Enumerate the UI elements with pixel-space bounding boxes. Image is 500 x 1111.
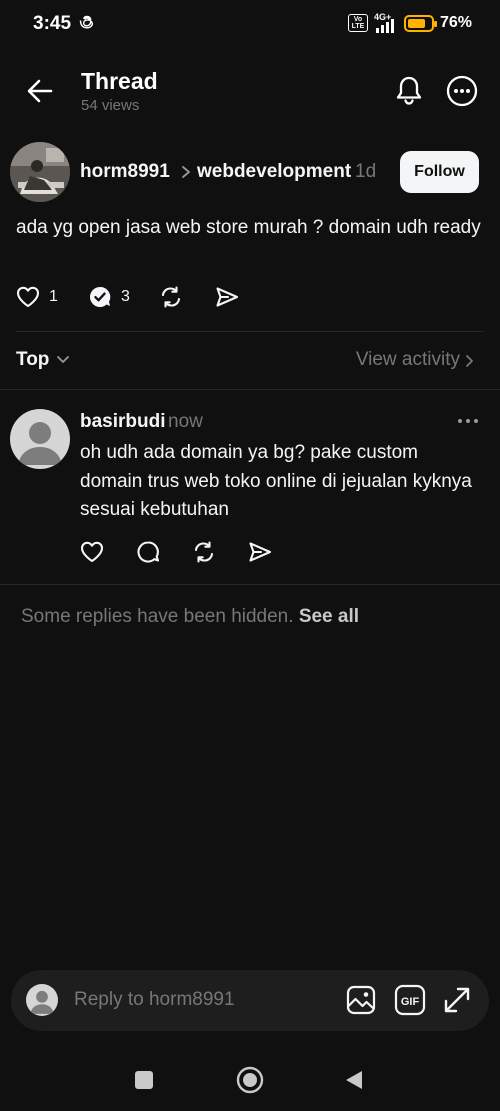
signal-icon: 4G+	[374, 13, 398, 33]
page-title: Thread	[81, 68, 158, 94]
like-count: 1	[49, 288, 58, 305]
like-action[interactable]	[79, 539, 105, 565]
home-circle-icon	[236, 1066, 264, 1094]
divider	[0, 389, 500, 390]
battery-icon	[403, 14, 437, 32]
comment-action[interactable]	[135, 539, 161, 565]
reply-username[interactable]: basirbudi	[80, 411, 166, 433]
back-triangle-icon	[346, 1071, 362, 1089]
post-actions: 1 3	[0, 284, 500, 316]
avatar[interactable]	[10, 142, 70, 202]
reply-item: basirbudi now oh udh ada domain ya bg? p…	[0, 400, 500, 580]
volte-label: Vo LTE	[351, 16, 365, 30]
see-all-link[interactable]: See all	[299, 606, 359, 627]
system-nav-bar	[0, 1050, 500, 1111]
chevron-down-icon[interactable]	[56, 354, 70, 366]
heart-icon	[80, 541, 104, 563]
reply-action[interactable]: 3	[87, 284, 130, 310]
battery-fill	[407, 18, 425, 28]
like-action[interactable]: 1	[15, 284, 58, 310]
threads-notification-icon	[79, 15, 93, 29]
view-count: 54 views	[81, 97, 140, 114]
reply-actions	[0, 539, 500, 571]
more-options-icon[interactable]	[446, 75, 478, 107]
volte-icon: Vo LTE	[347, 14, 368, 32]
status-right-group: Vo LTE 4G+ 76%	[347, 13, 472, 33]
image-icon[interactable]	[345, 984, 377, 1016]
post-time: 1d	[355, 161, 377, 182]
reply-composer: GIF	[11, 970, 489, 1031]
back-arrow-icon[interactable]	[26, 77, 54, 105]
chevron-right-icon[interactable]	[465, 353, 475, 369]
sort-bar: Top View activity	[0, 342, 500, 378]
reply-body: oh udh ada domain ya bg? pake custom dom…	[80, 442, 472, 520]
follow-button[interactable]: Follow	[400, 151, 479, 193]
gif-label: GIF	[401, 996, 420, 1008]
bell-icon[interactable]	[394, 75, 424, 107]
view-activity-link[interactable]: View activity	[356, 349, 460, 371]
thread-header: Thread 54 views	[0, 60, 500, 122]
hidden-replies-text: Some replies have been hidden.	[21, 606, 294, 627]
reply-badge-icon	[89, 286, 111, 307]
repost-action[interactable]	[158, 284, 184, 310]
back-button[interactable]	[338, 1064, 370, 1096]
default-avatar-icon	[18, 422, 62, 465]
reply-time: now	[168, 411, 203, 432]
battery-percent: 76%	[439, 14, 472, 31]
comment-icon	[137, 541, 160, 563]
square-icon	[135, 1071, 153, 1089]
home-button[interactable]	[234, 1064, 266, 1096]
divider	[0, 584, 500, 585]
repost-icon	[194, 541, 214, 563]
repost-action[interactable]	[191, 539, 217, 565]
avatar[interactable]	[10, 409, 70, 469]
sort-dropdown[interactable]: Top	[16, 349, 49, 371]
post-username[interactable]: horm8991	[80, 161, 170, 183]
send-icon	[216, 287, 239, 307]
hidden-replies-notice: Some replies have been hidden. See all	[21, 606, 359, 628]
post-topic[interactable]: webdevelopment	[197, 161, 351, 183]
reply-input[interactable]	[74, 980, 324, 1020]
share-action[interactable]	[214, 284, 240, 310]
reply-count: 3	[121, 288, 130, 305]
send-icon	[249, 542, 272, 562]
status-bar: 3:45 Vo LTE 4G+ 76%	[0, 0, 500, 50]
signal-bars	[375, 19, 394, 33]
status-time: 3:45	[33, 13, 72, 34]
more-horizontal-icon[interactable]	[456, 412, 480, 430]
gif-icon[interactable]: GIF	[394, 984, 426, 1016]
recents-button[interactable]	[128, 1064, 160, 1096]
avatar	[26, 984, 58, 1016]
post-header: horm8991 webdevelopment 1d Follow	[0, 140, 500, 206]
chevron-right-icon	[182, 166, 190, 178]
repost-icon	[161, 286, 181, 308]
post-body: ada yg open jasa web store murah ? domai…	[16, 217, 481, 238]
avatar-photo-image	[10, 142, 70, 202]
default-avatar-icon	[30, 990, 54, 1014]
heart-icon	[16, 286, 40, 308]
divider	[16, 331, 484, 332]
expand-icon[interactable]	[441, 984, 473, 1016]
share-action[interactable]	[247, 539, 273, 565]
